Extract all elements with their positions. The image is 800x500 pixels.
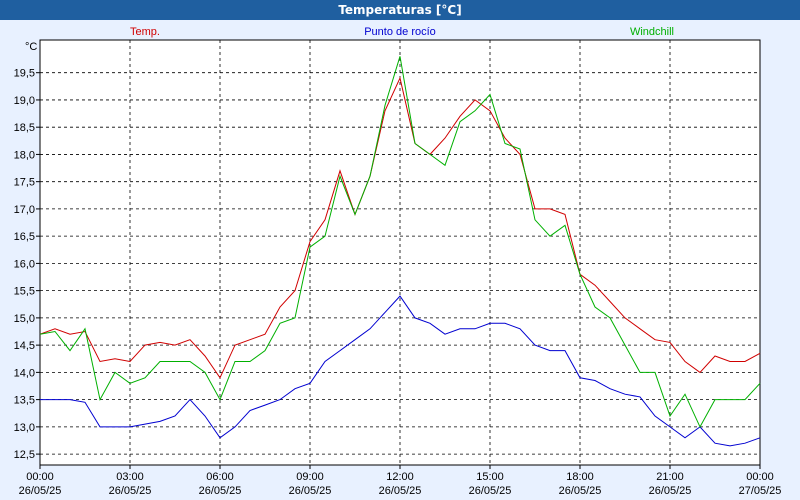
x-tick-date: 26/05/25	[559, 485, 602, 497]
x-tick-time: 03:00	[116, 471, 144, 483]
x-tick-date: 27/05/25	[739, 485, 782, 497]
x-tick-date: 26/05/25	[379, 485, 422, 497]
y-tick-label: 19,5	[14, 68, 35, 80]
x-tick-date: 26/05/25	[289, 485, 332, 497]
y-tick-label: 17,5	[14, 177, 35, 189]
x-tick-time: 06:00	[206, 471, 234, 483]
x-tick-date: 26/05/25	[469, 485, 512, 497]
x-tick-date: 26/05/25	[199, 485, 242, 497]
temperature-chart: °C 12,5 13,0 13,5 14,0 14,5 15,0 15,5 16,0 16,5 1…	[14, 26, 782, 497]
y-tick-label: 16,0	[14, 258, 35, 270]
y-tick-label: 14,5	[14, 340, 35, 352]
x-tick-time: 15:00	[476, 471, 504, 483]
y-tick-label: 17,0	[14, 204, 35, 216]
y-tick-label: 15,5	[14, 286, 35, 298]
y-tick-label: 15,0	[14, 313, 35, 325]
x-tick-time: 12:00	[386, 471, 414, 483]
x-tick-time: 21:00	[656, 471, 684, 483]
y-tick-label: 13,5	[14, 395, 35, 407]
x-tick-date: 26/05/25	[19, 485, 62, 497]
y-tick-label: 14,0	[14, 367, 35, 379]
x-tick-time: 00:00	[26, 471, 54, 483]
x-tick-time: 09:00	[296, 471, 324, 483]
legend-entry: Punto de rocío	[364, 26, 436, 38]
y-tick-label: 16,5	[14, 231, 35, 243]
x-tick-time: 18:00	[566, 471, 594, 483]
x-tick-time: 00:00	[746, 471, 774, 483]
y-tick-label: 13,0	[14, 422, 35, 434]
x-tick-date: 26/05/25	[109, 485, 152, 497]
y-tick-label: 12,5	[14, 449, 35, 461]
legend-entry: Windchill	[630, 26, 674, 38]
y-axis-unit: °C	[25, 41, 37, 53]
y-tick-label: 18,5	[14, 122, 35, 134]
legend-entry: Temp.	[130, 26, 160, 38]
y-tick-label: 18,0	[14, 149, 35, 161]
y-tick-label: 19,0	[14, 95, 35, 107]
x-tick-date: 26/05/25	[649, 485, 692, 497]
